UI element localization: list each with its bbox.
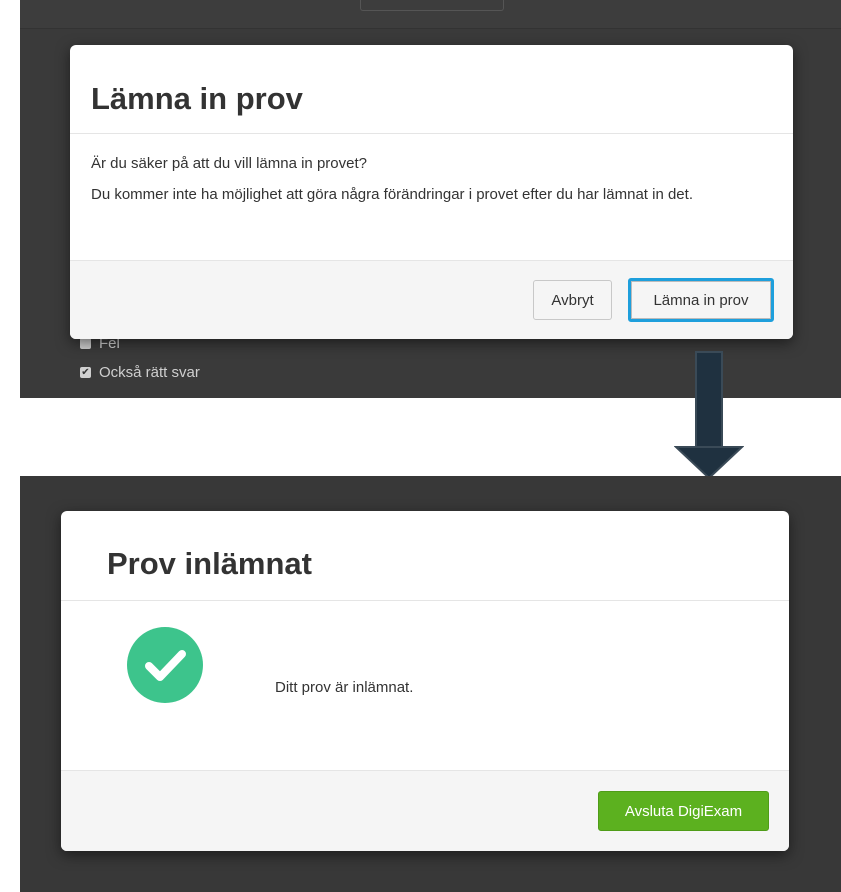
dialog-header: Lämna in prov bbox=[70, 45, 793, 134]
success-message: Ditt prov är inlämnat. bbox=[275, 679, 414, 696]
dialog-title: Prov inlämnat bbox=[107, 546, 312, 581]
checkbox[interactable] bbox=[80, 338, 91, 349]
submitted-dialog: Prov inlämnat Ditt prov är inlämnat. Avs… bbox=[61, 511, 789, 851]
submit-exam-button[interactable]: Lämna in prov bbox=[628, 278, 774, 322]
checkbox-checked[interactable]: ✔ bbox=[80, 367, 91, 378]
submit-confirm-dialog: Lämna in prov Är du säker på att du vill… bbox=[70, 45, 793, 339]
app-top-bar bbox=[20, 0, 841, 29]
success-screenshot: Prov inlämnat Ditt prov är inlämnat. Avs… bbox=[20, 476, 841, 892]
exit-digiexam-button[interactable]: Avsluta DigiExam bbox=[598, 791, 769, 831]
dialog-body: Är du säker på att du vill lämna in prov… bbox=[91, 153, 771, 215]
dialog-footer: Avsluta DigiExam bbox=[61, 770, 789, 851]
dialog-header: Prov inlämnat bbox=[61, 511, 789, 601]
arrow-down-icon bbox=[674, 351, 744, 480]
option-label: Också rätt svar bbox=[99, 364, 200, 381]
option-also-correct[interactable]: ✔ Också rätt svar bbox=[80, 364, 200, 381]
confirm-question: Är du säker på att du vill lämna in prov… bbox=[91, 155, 367, 172]
checkmark-circle-icon bbox=[127, 627, 203, 703]
top-tab bbox=[360, 0, 504, 11]
confirm-warning: Du kommer inte ha möjlighet att göra någ… bbox=[91, 186, 693, 203]
dialog-title: Lämna in prov bbox=[91, 81, 303, 116]
confirm-screenshot: Fel ✔ Också rätt svar Lämna in prov Är d… bbox=[20, 0, 841, 398]
dialog-footer: Avbryt Lämna in prov bbox=[70, 260, 793, 339]
cancel-button[interactable]: Avbryt bbox=[533, 280, 612, 320]
